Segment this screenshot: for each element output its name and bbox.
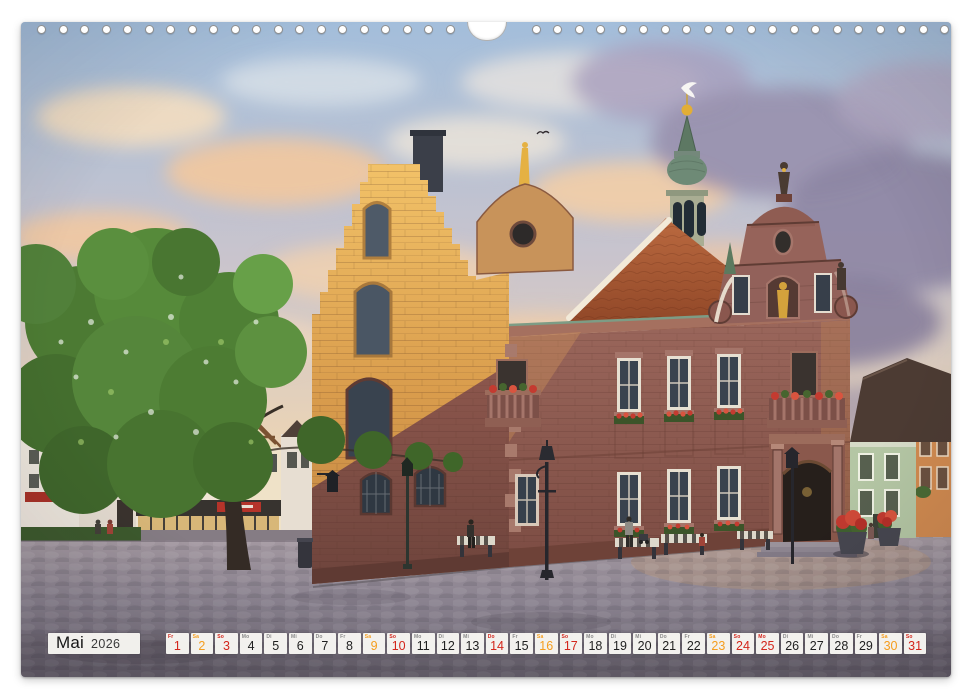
day-number: 1 <box>166 639 189 653</box>
day-number: 14 <box>486 639 509 653</box>
day-cell-18: Mo18 <box>584 633 607 654</box>
day-number: 5 <box>264 639 287 653</box>
day-cell-2: Sa2 <box>191 633 214 654</box>
day-number: 21 <box>658 639 681 653</box>
day-cell-3: So3 <box>215 633 238 654</box>
day-cell-10: So10 <box>387 633 410 654</box>
day-number: 2 <box>191 639 214 653</box>
day-number: 8 <box>338 639 361 653</box>
day-number: 28 <box>830 639 853 653</box>
day-cell-28: Do28 <box>830 633 853 654</box>
day-cell-11: Mo11 <box>412 633 435 654</box>
day-number: 22 <box>682 639 705 653</box>
day-cell-24: So24 <box>732 633 755 654</box>
day-cell-22: Fr22 <box>682 633 705 654</box>
day-cell-4: Mo4 <box>240 633 263 654</box>
day-number: 23 <box>707 639 730 653</box>
day-cell-29: Fr29 <box>855 633 878 654</box>
day-cell-6: Mi6 <box>289 633 312 654</box>
vignette <box>21 22 951 677</box>
day-cell-1: Fr1 <box>166 633 189 654</box>
day-number: 16 <box>535 639 558 653</box>
day-cell-8: Fr8 <box>338 633 361 654</box>
day-cell-20: Mi20 <box>633 633 656 654</box>
day-number: 17 <box>560 639 583 653</box>
day-number: 29 <box>855 639 878 653</box>
day-number: 30 <box>879 639 902 653</box>
day-number: 3 <box>215 639 238 653</box>
day-number: 20 <box>633 639 656 653</box>
town-hall-photo-illustration <box>21 22 951 677</box>
day-number: 19 <box>609 639 632 653</box>
day-cell-14: Do14 <box>486 633 509 654</box>
month-label-box: Mai 2026 <box>48 633 140 654</box>
day-number: 7 <box>314 639 337 653</box>
day-cell-19: Di19 <box>609 633 632 654</box>
day-cell-26: Di26 <box>781 633 804 654</box>
day-cell-16: Sa16 <box>535 633 558 654</box>
day-number: 27 <box>805 639 828 653</box>
day-number: 31 <box>904 639 927 653</box>
day-cell-12: Di12 <box>437 633 460 654</box>
day-number: 15 <box>510 639 533 653</box>
day-cell-5: Di5 <box>264 633 287 654</box>
day-number: 12 <box>437 639 460 653</box>
year-label: 2026 <box>91 637 120 651</box>
day-number: 6 <box>289 639 312 653</box>
day-number: 11 <box>412 639 435 653</box>
day-number: 4 <box>240 639 263 653</box>
day-cell-31: So31 <box>904 633 927 654</box>
month-name: Mai <box>56 633 84 653</box>
day-number: 18 <box>584 639 607 653</box>
day-number: 24 <box>732 639 755 653</box>
day-cell-27: Mi27 <box>805 633 828 654</box>
calendar-product-page: { "calendar": { "month": "Mai", "year": … <box>0 0 971 700</box>
day-number: 10 <box>387 639 410 653</box>
day-cell-17: So17 <box>560 633 583 654</box>
day-number: 26 <box>781 639 804 653</box>
day-cell-7: Do7 <box>314 633 337 654</box>
day-number: 13 <box>461 639 484 653</box>
day-cells: Fr1Sa2So3Mo4Di5Mi6Do7Fr8Sa9So10Mo11Di12M… <box>166 633 926 654</box>
day-cell-13: Mi13 <box>461 633 484 654</box>
calendar-strip: Mai 2026 Fr1Sa2So3Mo4Di5Mi6Do7Fr8Sa9So10… <box>21 633 951 655</box>
day-number: 25 <box>756 639 779 653</box>
day-number: 9 <box>363 639 386 653</box>
day-cell-23: Sa23 <box>707 633 730 654</box>
day-cell-25: Mo25 <box>756 633 779 654</box>
day-cell-15: Fr15 <box>510 633 533 654</box>
day-cell-30: Sa30 <box>879 633 902 654</box>
day-cell-9: Sa9 <box>363 633 386 654</box>
day-cell-21: Do21 <box>658 633 681 654</box>
calendar-photo-sheet: Mai 2026 Fr1Sa2So3Mo4Di5Mi6Do7Fr8Sa9So10… <box>21 22 951 677</box>
